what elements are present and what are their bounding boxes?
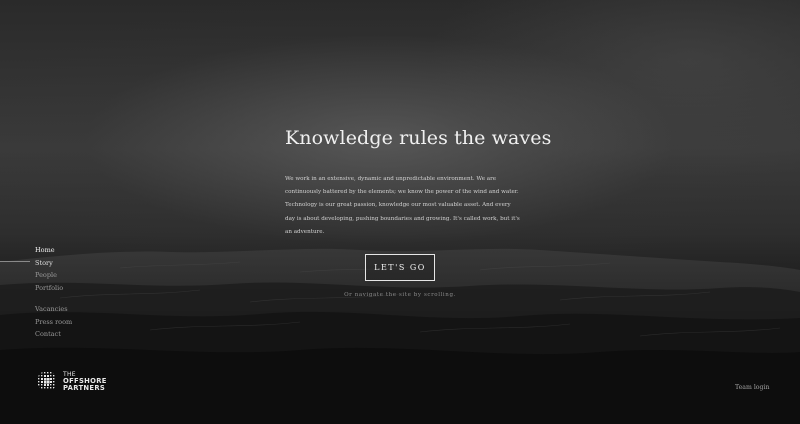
company-logo[interactable]: THE OFFSHORE PARTNERS [36, 370, 107, 392]
nav-active-indicator [0, 261, 30, 262]
nav-item-home[interactable]: Home [0, 244, 120, 257]
logo-line-partners: PARTNERS [63, 383, 106, 392]
hero-title: Knowledge rules the waves [285, 127, 552, 149]
side-navigation: Home Story People Portfolio Vacancies Pr… [0, 244, 120, 341]
scroll-hint-text: Or navigate the site by scrolling. [344, 292, 456, 298]
lets-go-button[interactable]: LET'S GO [365, 254, 435, 281]
nav-item-contact[interactable]: Contact [0, 328, 120, 341]
hero-body-text: We work in an extensive, dynamic and unp… [285, 176, 520, 235]
nav-item-story[interactable]: Story [0, 257, 120, 270]
logo-wordmark: THE OFFSHORE PARTNERS [63, 371, 107, 392]
nav-item-portfolio[interactable]: Portfolio [0, 282, 120, 295]
globe-grid-icon [38, 372, 55, 389]
nav-item-press-room[interactable]: Press room [0, 316, 120, 329]
team-login-link[interactable]: Team login [735, 384, 769, 391]
page: Home Story People Portfolio Vacancies Pr… [0, 0, 800, 424]
hero-section: Knowledge rules the waves We work in an … [285, 127, 552, 245]
nav-item-people[interactable]: People [0, 269, 120, 282]
nav-item-vacancies[interactable]: Vacancies [0, 303, 120, 316]
